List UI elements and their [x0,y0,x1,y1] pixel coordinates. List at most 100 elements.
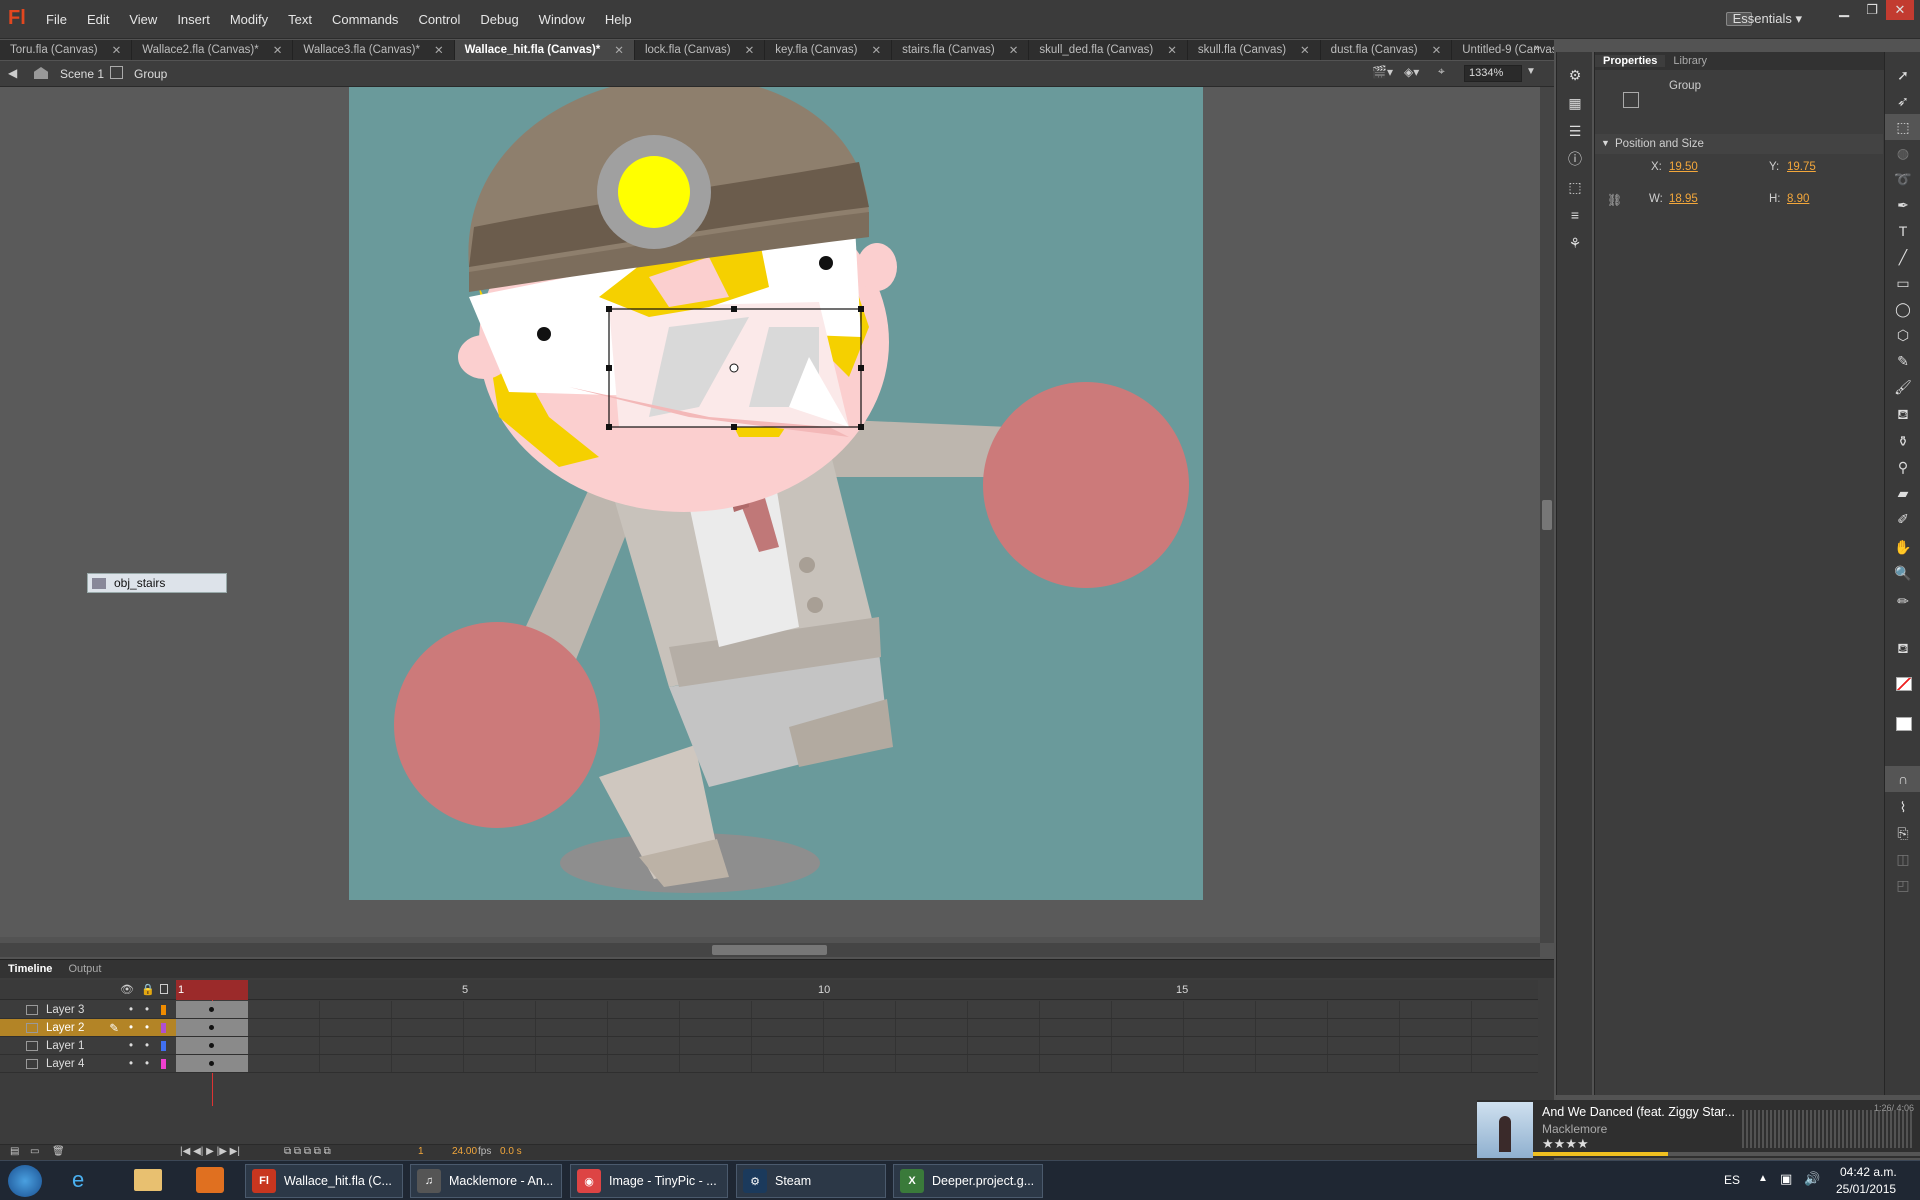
menu-view[interactable]: View [129,12,157,27]
close-tab-icon[interactable]: ✕ [1167,43,1177,57]
snap-to-objects-icon[interactable]: ∩ [1885,766,1920,792]
align-icon[interactable]: ▦ [1557,90,1593,116]
eraser-tool-icon[interactable]: ▰ [1885,480,1920,506]
pen-tool-icon[interactable]: ✒ [1885,192,1920,218]
lock-dot[interactable]: • [145,1058,149,1070]
tab-document[interactable]: Toru.fla (Canvas) ✕ [0,40,133,60]
taskbar-window-button[interactable]: X Deeper.project.g... [893,1164,1043,1198]
horizontal-scrollbar[interactable] [0,943,1540,957]
layer-row[interactable]: Layer 4 • • [0,1055,176,1073]
tab-output[interactable]: Output [60,963,109,975]
info-icon[interactable]: ⓘ [1557,146,1593,172]
language-indicator[interactable]: ES [1724,1173,1740,1187]
volume-icon[interactable]: 🔊 [1804,1171,1820,1187]
outline-icon[interactable] [160,984,168,994]
visibility-dot[interactable]: • [129,1022,133,1034]
x-value[interactable]: 19.50 [1669,161,1698,173]
taskbar-window-button[interactable]: ◉ Image - TinyPic - ... [570,1164,728,1198]
hand-tool-icon[interactable]: ✋ [1885,534,1920,560]
visibility-dot[interactable]: • [129,1004,133,1016]
3d-rotation-tool-icon[interactable]: ◍ [1885,140,1920,166]
oval-tool-icon[interactable]: ◯ [1885,296,1920,322]
visibility-dot[interactable]: • [129,1058,133,1070]
layer-color-swatch[interactable] [161,1040,166,1051]
taskbar-window-button[interactable]: ⚙ Steam [736,1164,886,1198]
close-tab-icon[interactable]: ✕ [1009,43,1019,57]
network-icon[interactable]: ▣ [1780,1171,1792,1187]
tab-document[interactable]: skull.fla (Canvas) ✕ [1188,40,1321,60]
close-tab-icon[interactable]: ✕ [434,43,444,57]
h-value[interactable]: 8.90 [1787,193,1809,205]
rectangle-tool-icon[interactable]: ▭ [1885,270,1920,296]
ie-icon[interactable]: e [72,1167,84,1193]
tab-document[interactable]: Wallace2.fla (Canvas)* ✕ [132,40,294,60]
fill-swatch[interactable] [1896,717,1912,731]
pencil-tool-icon[interactable]: ✎ [1885,348,1920,374]
close-tab-icon[interactable]: ✕ [614,43,624,57]
motion-presets-icon[interactable]: ⚙ [1557,62,1593,88]
lock-dot[interactable]: • [145,1004,149,1016]
tab-document[interactable]: stairs.fla (Canvas) ✕ [892,40,1030,60]
now-playing-widget[interactable]: And We Danced (feat. Ziggy Star... Mackl… [1477,1100,1920,1158]
clock-date[interactable]: 25/01/2015 [1836,1182,1896,1196]
new-layer-icon[interactable]: ▤ [10,1146,19,1157]
layer-color-swatch[interactable] [161,1004,166,1015]
tab-document[interactable]: Wallace3.fla (Canvas)* ✕ [293,40,455,60]
close-tab-icon[interactable]: ✕ [1300,43,1310,57]
ink-bottle-tool-icon[interactable]: ⚱ [1885,428,1920,454]
brush-tool-icon[interactable]: 🖌 [1885,374,1920,400]
menu-help[interactable]: Help [605,12,632,27]
tab-document[interactable]: dust.fla (Canvas) ✕ [1321,40,1453,60]
position-size-section[interactable]: ▼ Position and Size [1595,134,1883,154]
visibility-dot[interactable]: • [129,1040,133,1052]
stroke-swatch[interactable] [1896,677,1912,691]
subselection-tool-icon[interactable]: ➶ [1885,88,1920,114]
menu-control[interactable]: Control [418,12,460,27]
layer-row[interactable]: Layer 1 • • [0,1037,176,1055]
menu-insert[interactable]: Insert [177,12,210,27]
tab-library[interactable]: Library [1665,55,1715,67]
current-frame[interactable]: 1 [418,1146,424,1157]
playhead-marker[interactable] [176,980,248,1000]
new-folder-icon[interactable]: ▭ [30,1146,39,1157]
center-stage-icon[interactable]: ⌖ [1438,64,1445,79]
start-button[interactable] [8,1165,42,1197]
transform-icon[interactable]: ⬚ [1557,174,1593,200]
y-value[interactable]: 19.75 [1787,161,1816,173]
fill-color-icon[interactable]: ⛾ [1885,636,1920,662]
tab-document[interactable]: lock.fla (Canvas) ✕ [635,40,766,60]
tab-overflow-icon[interactable]: » [1534,42,1540,54]
scene-label[interactable]: Scene 1 [60,67,104,81]
eye-icon[interactable]: 👁 [120,983,134,996]
tab-timeline[interactable]: Timeline [0,963,60,975]
close-tab-icon[interactable]: ✕ [871,43,881,57]
line-tool-icon[interactable]: ╱ [1885,244,1920,270]
tray-arrow-icon[interactable]: ▲ [1758,1173,1768,1184]
media-player-icon[interactable] [196,1167,224,1193]
vertical-scroll-thumb[interactable] [1542,500,1552,530]
lasso-tool-icon[interactable]: ➰ [1885,166,1920,192]
edit-symbols-icon[interactable]: ◈▾ [1404,65,1419,79]
taskbar-window-button[interactable]: ♫ Macklemore - An... [410,1164,562,1198]
progress-bar[interactable] [1533,1152,1920,1156]
layer-row[interactable]: Layer 2 ✎ • • [0,1019,176,1037]
layer-name[interactable]: Layer 3 [46,1004,129,1016]
code-snippets-icon[interactable]: ⚘ [1557,230,1593,256]
tab-document[interactable]: skull_ded.fla (Canvas) ✕ [1029,40,1188,60]
wallace-character-artwork[interactable] [349,87,1203,900]
eyedropper-tool-icon[interactable]: ⚲ [1885,454,1920,480]
layer-frames[interactable] [176,1001,1538,1019]
zoom-field[interactable]: 1334% [1464,65,1522,82]
straighten-icon[interactable]: ⎘ [1885,820,1920,846]
link-icon[interactable]: ⛓ [1607,193,1622,207]
color-icon[interactable]: ☰ [1557,118,1593,144]
smooth-icon[interactable]: ⌇ [1885,794,1920,820]
w-value[interactable]: 18.95 [1669,193,1698,205]
lock-dot[interactable]: • [145,1022,149,1034]
paint-bucket-tool-icon[interactable]: ⛾ [1885,402,1920,428]
close-tab-icon[interactable]: ✕ [1432,43,1442,57]
selection-tool-icon[interactable]: ➚ [1885,62,1920,88]
menu-file[interactable]: File [46,12,67,27]
rotate-skew-icon[interactable]: ◫ [1885,846,1920,872]
horizontal-scroll-thumb[interactable] [712,945,827,955]
